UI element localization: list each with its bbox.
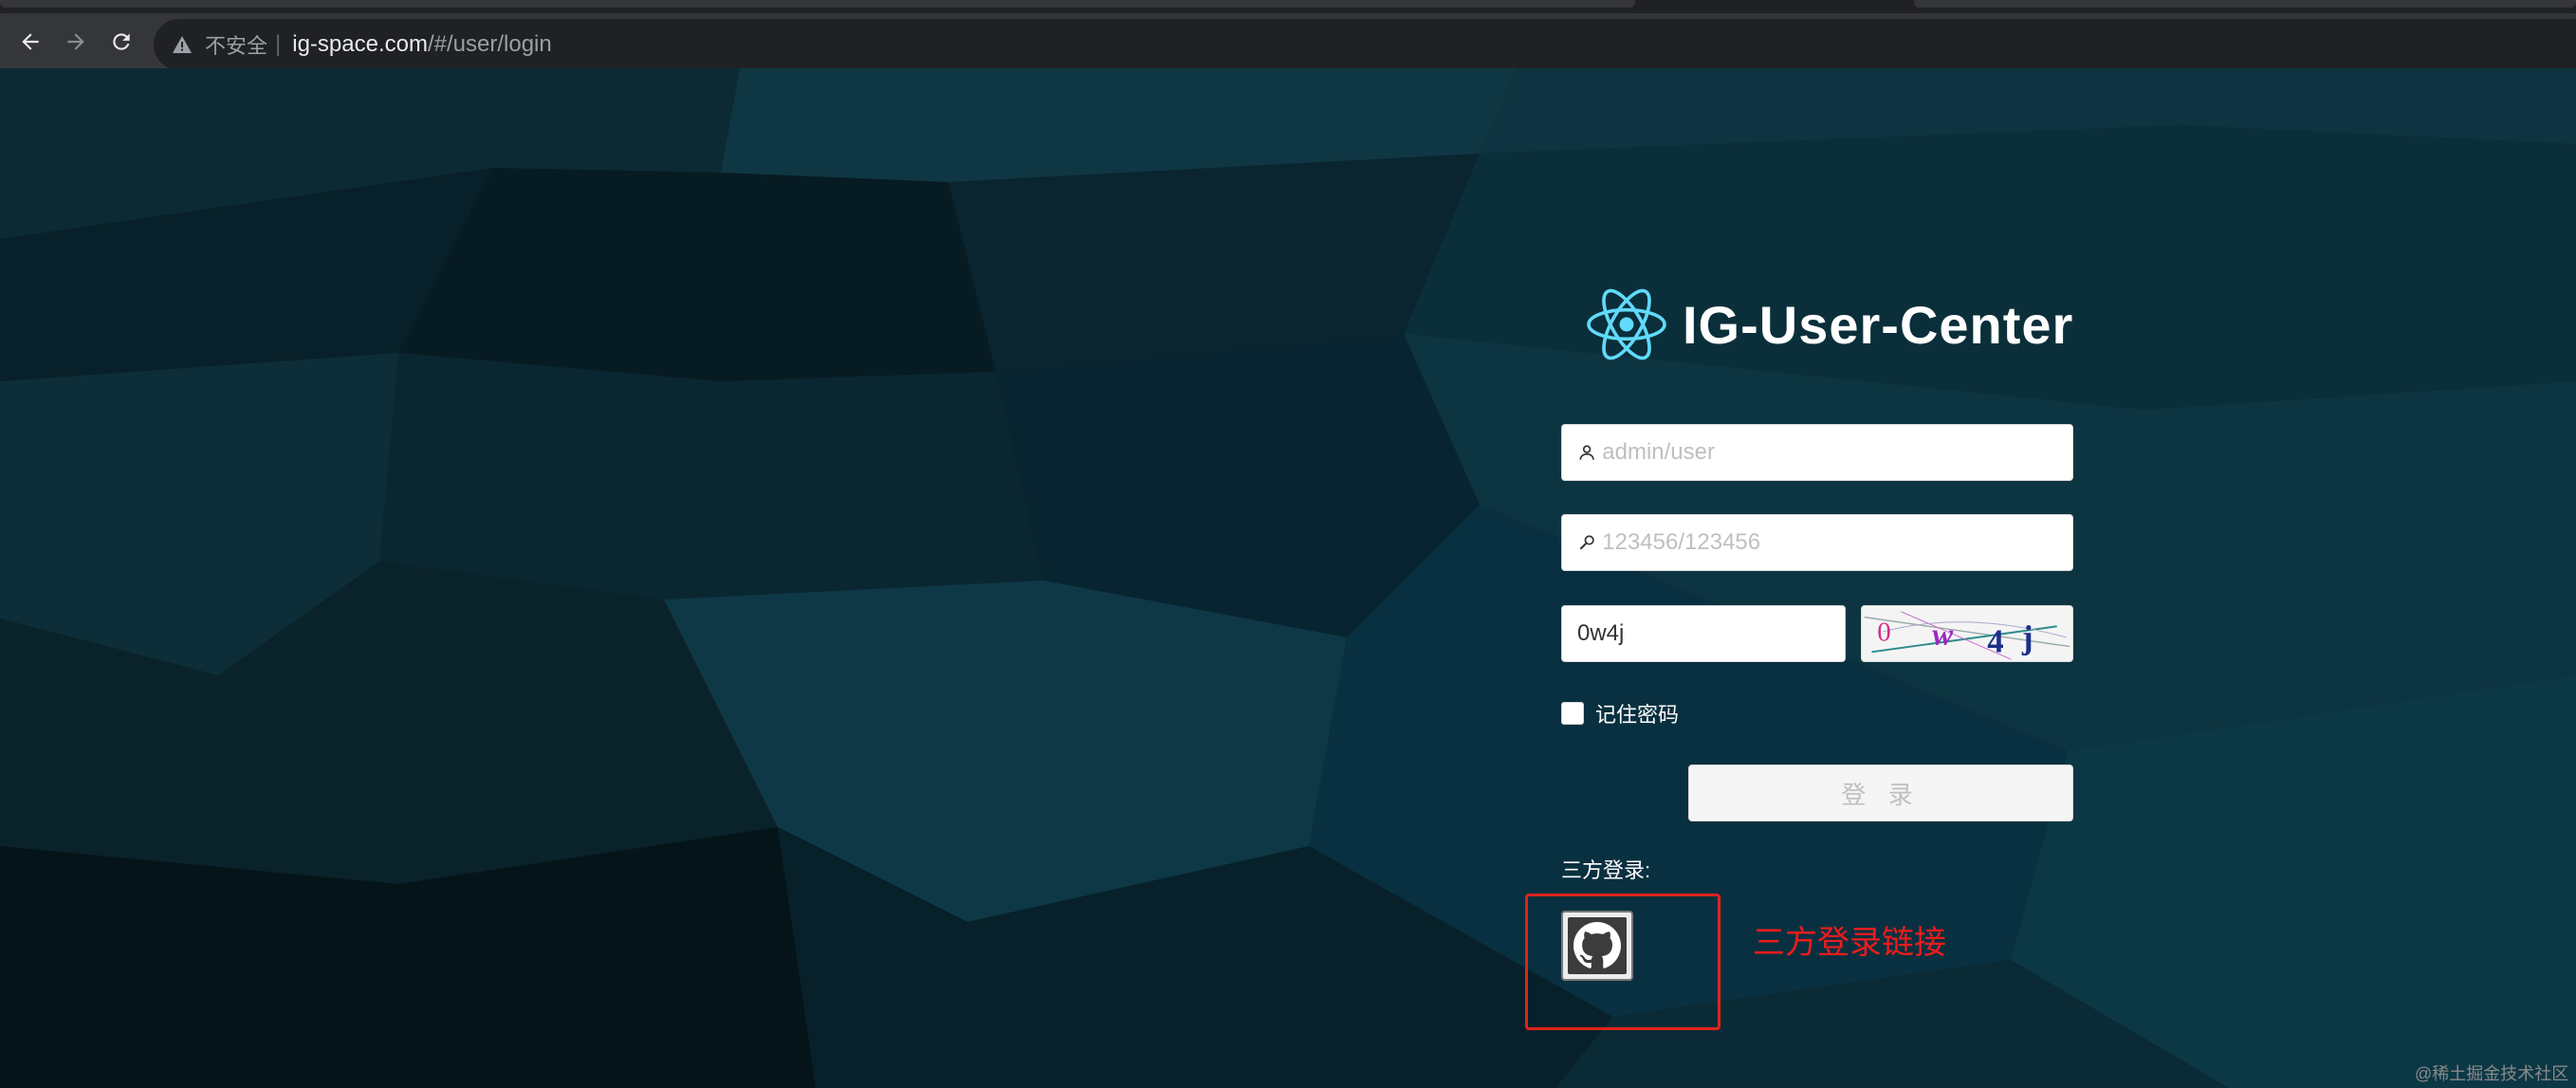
captcha-char-2: w xyxy=(1932,618,1954,653)
remember-checkbox[interactable] xyxy=(1561,702,1584,725)
github-login-button[interactable] xyxy=(1561,911,1633,981)
remember-label: 记住密码 xyxy=(1595,703,1680,727)
browser-tab-edge xyxy=(0,0,1635,8)
github-badge xyxy=(1568,917,1627,974)
url-path: /#/user/login xyxy=(427,31,552,57)
browser-toolbar: 不安全 | ig-space.com /#/user/login xyxy=(0,13,2576,70)
github-icon xyxy=(1573,922,1621,968)
username-field[interactable] xyxy=(1561,424,2073,481)
user-icon xyxy=(1579,445,1594,460)
captcha-char-1: 0 xyxy=(1877,618,1891,648)
address-separator: | xyxy=(275,31,282,57)
brand-title: IG-User-Center xyxy=(1683,294,2074,355)
react-atom-icon xyxy=(1587,288,1666,360)
annotation-text: 三方登录链接 xyxy=(1753,925,1946,961)
captcha-field[interactable] xyxy=(1561,605,1846,662)
remember-password[interactable]: 记住密码 xyxy=(1561,698,1679,728)
arrow-right-icon xyxy=(67,33,84,50)
watermark: @稀土掘金技术社区 xyxy=(2415,1064,2569,1083)
captcha-char-4: j xyxy=(2021,618,2033,655)
browser-tab-edge xyxy=(1914,0,2576,8)
third-party-login-label: 三方登录: xyxy=(1561,858,1651,882)
captcha-image[interactable]: 0 w 4 j xyxy=(1861,605,2073,662)
login-button[interactable]: 登 录 xyxy=(1688,765,2073,821)
brand-header: IG-User-Center xyxy=(1584,286,2073,362)
arrow-left-icon xyxy=(22,33,39,50)
url-host: ig-space.com xyxy=(292,31,428,57)
forward-button[interactable] xyxy=(59,25,93,59)
password-field[interactable] xyxy=(1561,514,2073,571)
captcha-char-3: 4 xyxy=(1987,622,2003,659)
reload-icon xyxy=(113,33,130,50)
captcha-graphic: 0 w 4 j xyxy=(1864,611,2070,660)
back-button[interactable] xyxy=(13,25,47,59)
warning-icon xyxy=(173,36,192,53)
key-icon xyxy=(1579,535,1594,550)
polygon-background xyxy=(0,68,2576,1088)
security-status: 不安全 xyxy=(205,34,268,58)
captcha-input[interactable] xyxy=(1562,620,1845,647)
login-page: IG-User-Center 0 w 4 j 记住密码 登 录 三方登录: xyxy=(0,68,2576,1088)
username-input[interactable] xyxy=(1602,439,2072,466)
address-bar[interactable]: 不安全 | ig-space.com /#/user/login xyxy=(154,19,2576,70)
browser-tabstrip xyxy=(0,0,2576,13)
reload-button[interactable] xyxy=(104,25,138,59)
password-input[interactable] xyxy=(1602,529,2072,556)
